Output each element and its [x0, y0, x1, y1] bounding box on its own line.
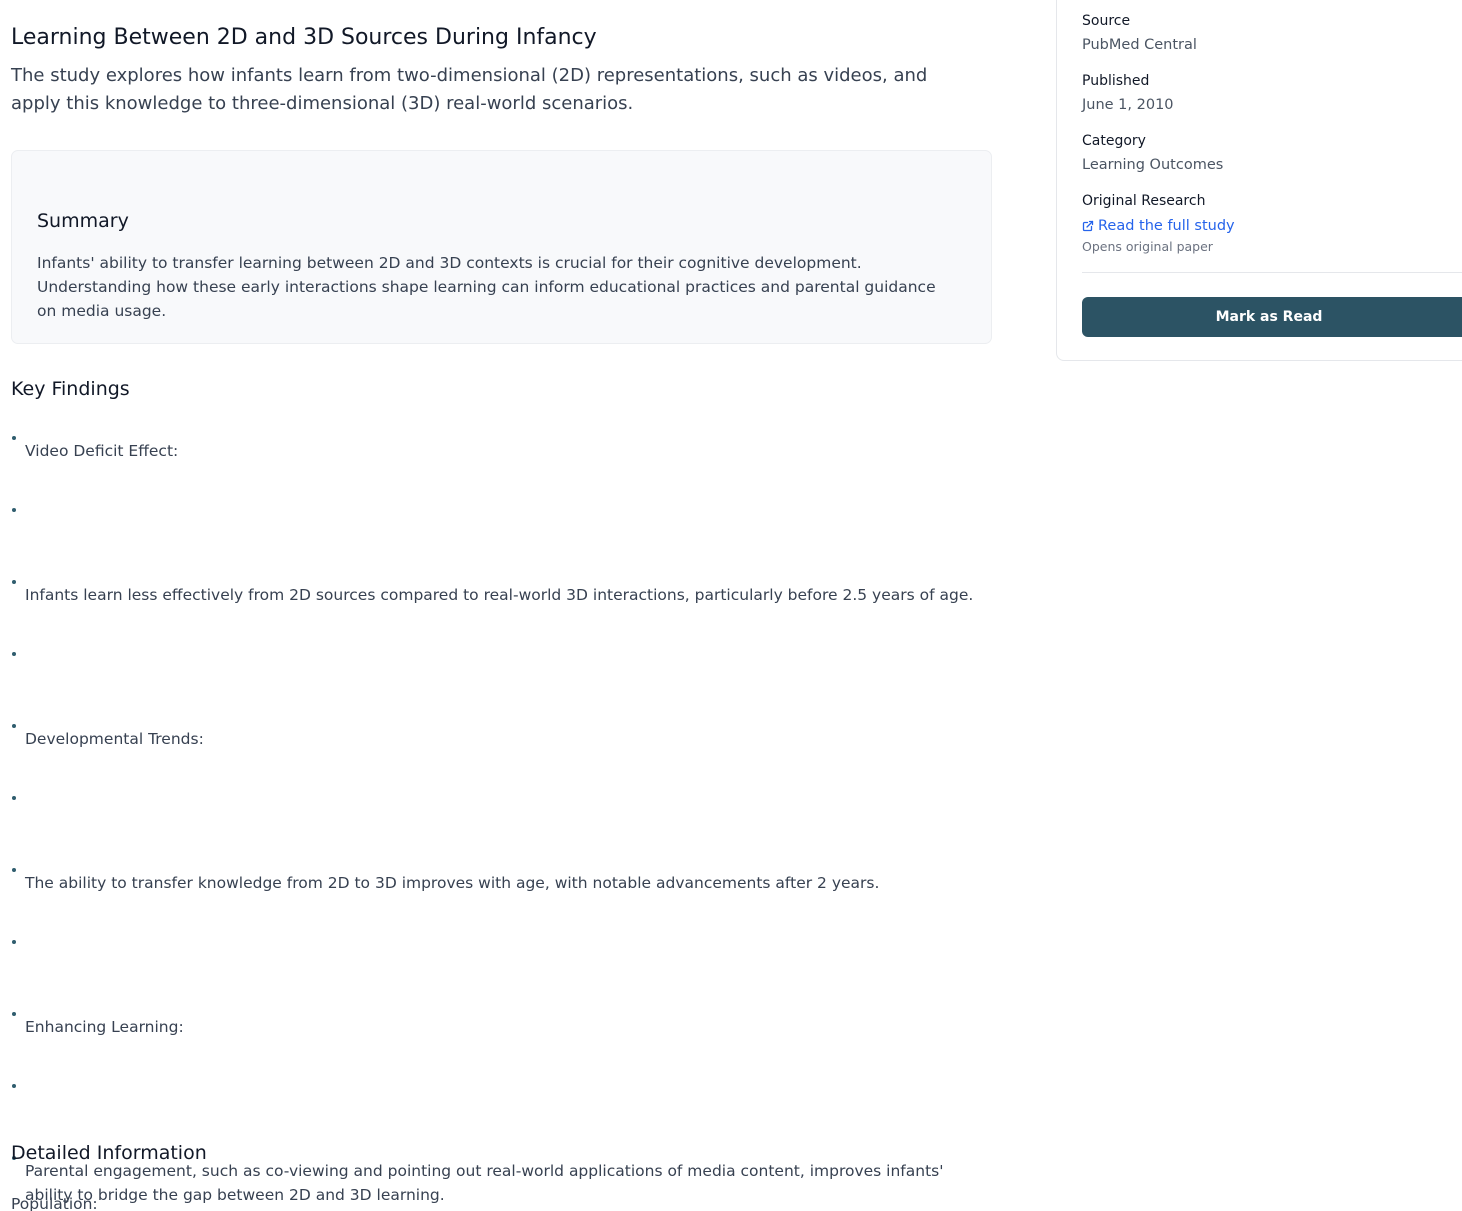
finding-item: Infants learn less effectively from 2D s… — [11, 564, 992, 612]
bullet-dot-icon — [12, 724, 16, 728]
key-findings-heading: Key Findings — [11, 378, 130, 400]
finding-item: Developmental Trends: — [11, 708, 992, 756]
read-full-study-label: Read the full study — [1098, 218, 1235, 234]
finding-item — [11, 780, 992, 828]
source-value: PubMed Central — [1082, 37, 1197, 53]
sidebar-divider — [1082, 272, 1462, 273]
opens-original-note: Opens original paper — [1082, 239, 1213, 254]
bullet-dot-icon — [12, 1084, 16, 1088]
detailed-information-heading: Detailed Information — [11, 1142, 207, 1164]
finding-text: Infants learn less effectively from 2D s… — [25, 586, 974, 604]
bullet-dot-icon — [12, 436, 16, 440]
summary-heading: Summary — [37, 210, 129, 232]
bullet-dot-icon — [12, 940, 16, 944]
finding-item: Enhancing Learning: — [11, 996, 992, 1044]
bullet-dot-icon — [12, 868, 16, 872]
mark-as-read-button[interactable]: Mark as Read — [1082, 297, 1462, 337]
article-subtitle: The study explores how infants learn fro… — [11, 65, 928, 114]
study-sidebar: Source PubMed Central Published June 1, … — [1056, 0, 1462, 361]
population-label: Population: — [11, 1195, 98, 1211]
finding-item: Video Deficit Effect: — [11, 420, 992, 468]
bullet-dot-icon — [12, 1012, 16, 1016]
published-label: Published — [1082, 73, 1150, 89]
finding-item — [11, 492, 992, 540]
read-full-study-link[interactable]: Read the full study — [1082, 216, 1235, 236]
category-label: Category — [1082, 133, 1146, 149]
key-findings-list: Video Deficit Effect: Infants learn less… — [11, 420, 992, 1211]
original-research-label: Original Research — [1082, 193, 1206, 209]
bullet-dot-icon — [12, 652, 16, 656]
finding-text: Video Deficit Effect: — [25, 442, 179, 460]
published-value: June 1, 2010 — [1082, 97, 1174, 113]
summary-text: Infants' ability to transfer learning be… — [37, 254, 936, 320]
bullet-dot-icon — [12, 580, 16, 584]
finding-item — [11, 1068, 992, 1116]
finding-item — [11, 636, 992, 684]
finding-text: Developmental Trends: — [25, 730, 204, 748]
finding-text: Enhancing Learning: — [25, 1018, 184, 1036]
bullet-dot-icon — [12, 796, 16, 800]
summary-card: Summary Infants' ability to transfer lea… — [11, 150, 992, 344]
finding-item: The ability to transfer knowledge from 2… — [11, 852, 992, 900]
finding-text: The ability to transfer knowledge from 2… — [25, 874, 880, 892]
finding-item — [11, 924, 992, 972]
article-title: Learning Between 2D and 3D Sources Durin… — [11, 25, 597, 50]
external-link-icon — [1082, 220, 1094, 232]
page: Learning Between 2D and 3D Sources Durin… — [0, 0, 1462, 1211]
category-value: Learning Outcomes — [1082, 157, 1224, 173]
bullet-dot-icon — [12, 508, 16, 512]
source-label: Source — [1082, 13, 1131, 29]
